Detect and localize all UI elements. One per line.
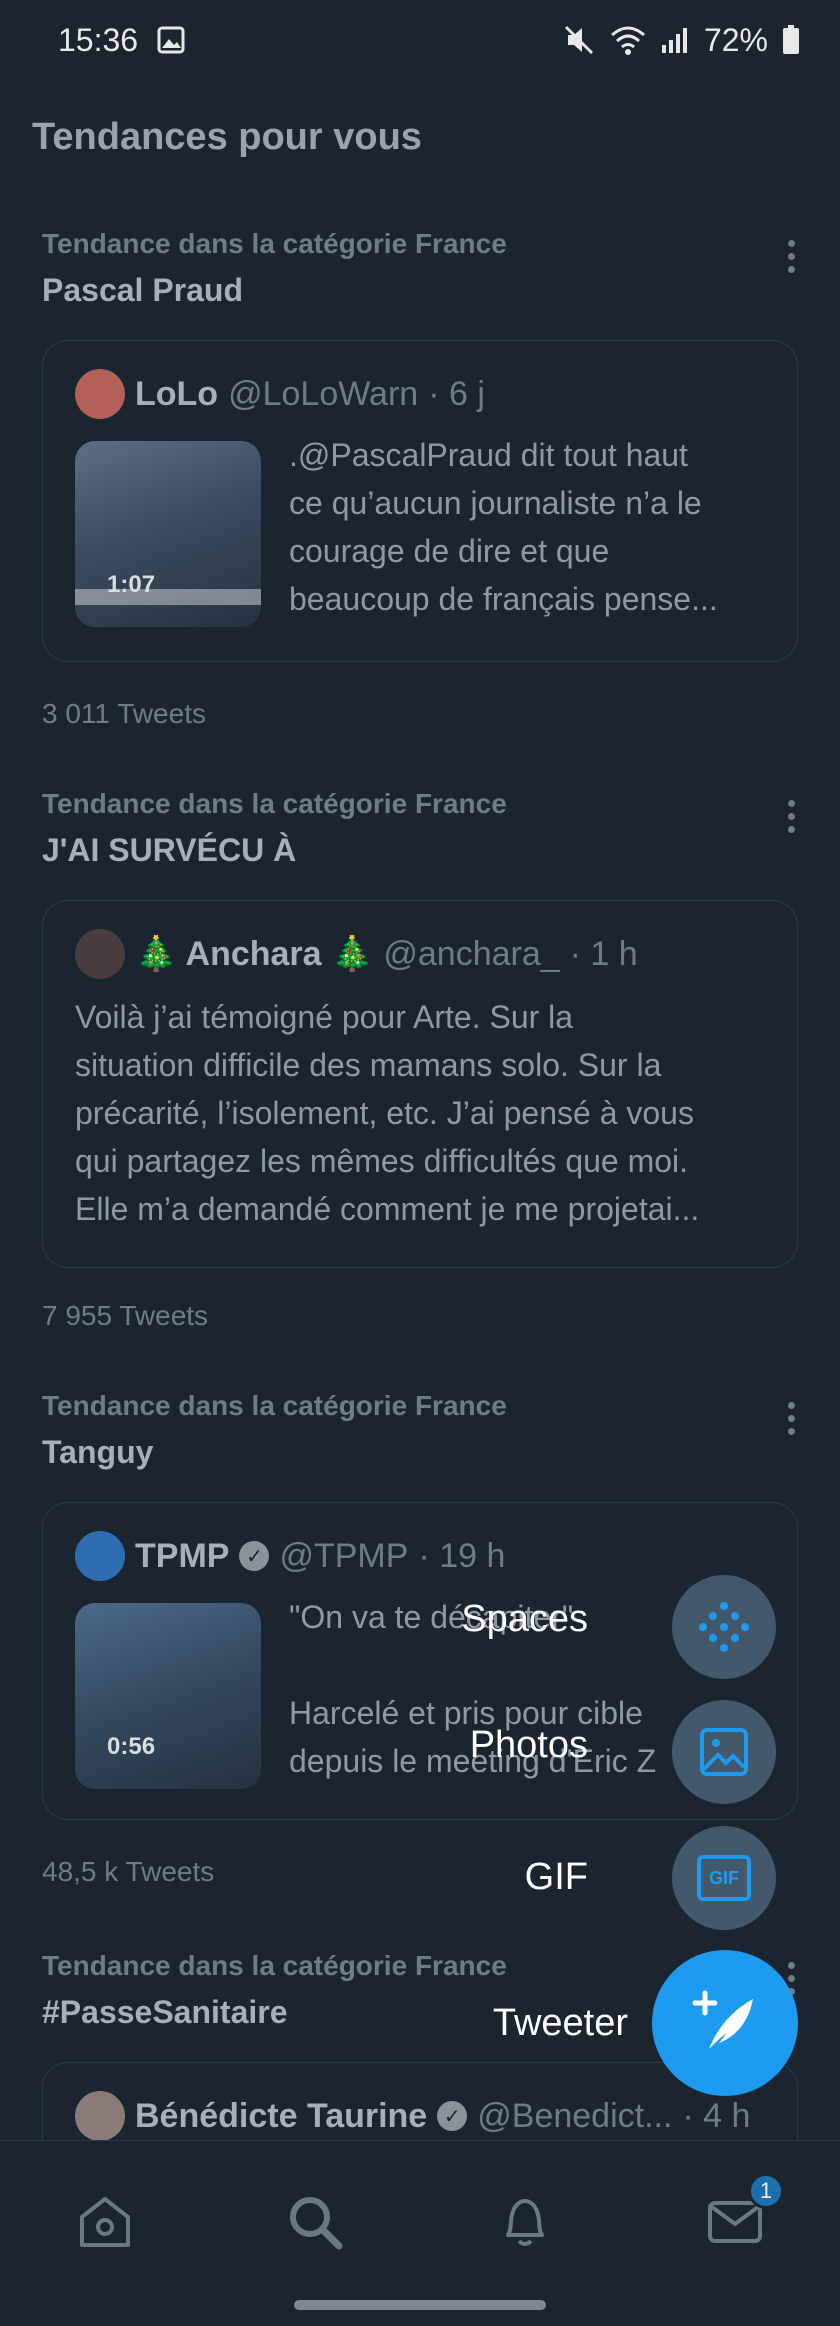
video-duration: 0:56 — [107, 1733, 156, 1760]
gif-button[interactable]: GIF — [672, 1826, 776, 1930]
spaces-button[interactable] — [672, 1575, 776, 1679]
gif-icon: GIF — [697, 1855, 751, 1901]
tweet-card[interactable]: 🎄 Anchara 🎄 @anchara_ · 1 h Voilà j’ai t… — [42, 900, 798, 1268]
verified-badge-icon: ✓ — [437, 2101, 468, 2131]
nav-home[interactable] — [70, 2187, 140, 2257]
trend-category: Tendance dans la catégorie France — [42, 1950, 507, 1981]
fab-spaces-label[interactable]: Spaces — [461, 1598, 588, 1641]
gesture-handle[interactable] — [294, 2300, 546, 2310]
tweet-username: 🎄 Anchara 🎄 — [135, 935, 374, 973]
bottom-navigation: 1 — [0, 2140, 840, 2326]
tweet-count: 3 011 Tweets — [42, 698, 206, 729]
tweet-text: .@PascalPraud dit tout haut ce qu’aucun … — [289, 437, 718, 617]
trend-name: Pascal Praud — [42, 272, 243, 308]
status-time: 15:36 — [58, 21, 139, 58]
trend-category: Tendance dans la catégorie France — [42, 1390, 507, 1421]
search-icon — [290, 2197, 343, 2250]
trend-category: Tendance dans la catégorie France — [42, 228, 507, 259]
bell-icon — [506, 2199, 544, 2246]
mute-icon — [564, 25, 594, 55]
wifi-icon — [610, 26, 645, 55]
gallery-notification-icon — [157, 26, 185, 54]
trend-name: J'AI SURVÉCU À — [42, 832, 297, 868]
trend-category: Tendance dans la catégorie France — [42, 788, 507, 819]
section-title: Tendances pour vous — [32, 116, 422, 158]
avatar[interactable] — [75, 1531, 125, 1581]
tweet-handle: @anchara_ — [383, 934, 560, 973]
fab-tweet-label[interactable]: Tweeter — [493, 2002, 628, 2045]
fab-photos-label[interactable]: Photos — [470, 1724, 588, 1767]
avatar[interactable] — [75, 369, 125, 419]
spaces-icon — [699, 1602, 749, 1652]
tweet-time: · 4 h — [682, 2096, 751, 2135]
fab-gif-label[interactable]: GIF — [525, 1856, 588, 1899]
trend-name: #PasseSanitaire — [42, 1994, 288, 2030]
tweet-time: · 19 h — [418, 1536, 506, 1575]
nav-search[interactable] — [280, 2187, 350, 2257]
tweet-username: LoLo — [135, 374, 219, 413]
tweet-handle: @LoLoWarn — [228, 374, 419, 413]
tweet-username: Bénédicte Taurine — [135, 2096, 428, 2135]
messages-badge: 1 — [748, 2173, 784, 2209]
more-options-icon[interactable] — [788, 240, 796, 273]
signal-icon — [661, 28, 687, 53]
trend-name: Tanguy — [42, 1434, 154, 1470]
tweet-handle: @Benedict... — [477, 2096, 673, 2135]
compose-feather-icon — [692, 1990, 753, 2049]
more-options-icon[interactable] — [788, 800, 796, 833]
tweet-count: 48,5 k Tweets — [42, 1856, 215, 1887]
video-thumbnail[interactable]: 1:07 — [75, 441, 261, 627]
video-thumbnail[interactable]: 0:56 — [75, 1603, 261, 1789]
tweet-time: · 6 j — [428, 374, 485, 413]
photos-button[interactable] — [672, 1700, 776, 1804]
nav-notifications[interactable] — [490, 2187, 560, 2257]
battery-icon — [783, 25, 799, 54]
tweet-time: · 1 h — [569, 934, 638, 973]
status-bar: 15:36 72% — [0, 0, 840, 80]
tweet-handle: @TPMP — [279, 1536, 409, 1575]
verified-badge-icon: ✓ — [239, 1541, 270, 1571]
home-icon — [80, 2197, 130, 2247]
tweet-count: 7 955 Tweets — [42, 1300, 209, 1331]
video-duration: 1:07 — [107, 571, 156, 598]
battery-percent: 72% — [703, 21, 768, 58]
avatar[interactable] — [75, 929, 125, 979]
photos-icon — [700, 1728, 748, 1776]
compose-tweet-button[interactable] — [652, 1950, 798, 2096]
tweet-card[interactable]: LoLo @LoLoWarn · 6 j 1:07 .@PascalPraud … — [42, 340, 798, 662]
avatar[interactable] — [75, 2091, 125, 2140]
tweet-text: Voilà j’ai témoigné pour Arte. Sur la si… — [75, 999, 700, 1227]
more-options-icon[interactable] — [788, 1402, 796, 1435]
tweet-username: TPMP — [135, 1536, 230, 1575]
